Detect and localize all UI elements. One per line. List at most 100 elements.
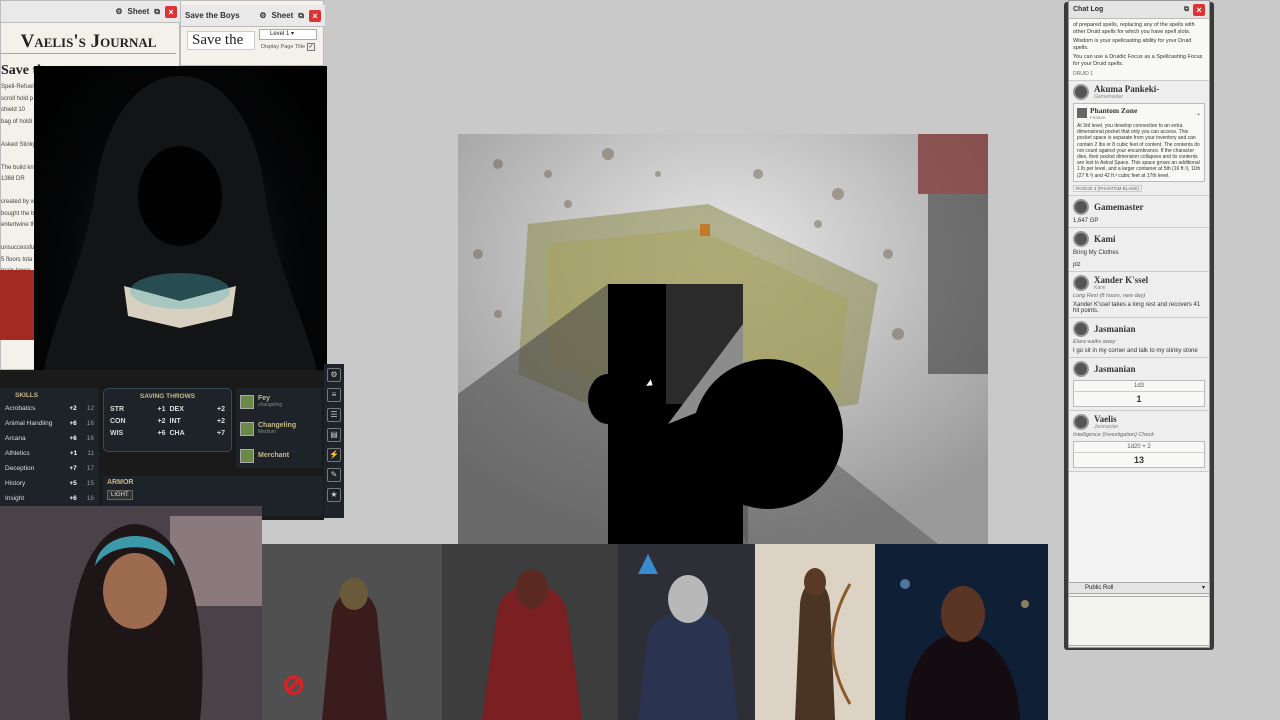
skill-row[interactable]: Insight +6 16 [5, 491, 94, 506]
close-icon[interactable]: × [165, 5, 177, 18]
chat-message: Kami Bring My Clothes plz [1069, 227, 1209, 272]
skill-values: +6 16 [69, 416, 94, 431]
star-icon[interactable]: ★ [327, 488, 341, 502]
skill-name: Insight [5, 495, 25, 502]
pen-icon[interactable]: ✎ [327, 468, 341, 482]
roll-formula: 1d20 + 2 [1074, 442, 1204, 453]
skill-row[interactable]: Acrobatics +2 12 [5, 401, 94, 416]
message-text: plz [1073, 261, 1081, 268]
roll-total: 13 [1133, 454, 1144, 465]
token-marker[interactable] [700, 224, 710, 236]
skill-score: 16 [86, 420, 94, 427]
close-icon[interactable]: × [309, 9, 321, 22]
avatar [1073, 274, 1089, 291]
feature-item[interactable]: Merchant [236, 442, 322, 469]
skill-row[interactable]: Athletics +1 11 [5, 446, 94, 461]
sheet-tab[interactable]: Sheet [271, 11, 293, 20]
roll-result[interactable]: 1d20 + 2 13 [1073, 440, 1205, 468]
skill-row[interactable]: Animal Handling +6 16 [5, 416, 94, 431]
avatar [1073, 198, 1089, 215]
feature-icon [240, 448, 254, 463]
saving-throw-str[interactable]: STR +1 [110, 406, 166, 413]
save-modifier: +2 [157, 418, 166, 425]
list-icon[interactable]: ☰ [327, 408, 341, 422]
saving-throw-cha[interactable]: CHA +7 [170, 430, 226, 437]
save-modifier: +2 [217, 406, 225, 413]
chat-input[interactable] [1068, 596, 1210, 646]
chat-log: Chat Log ⧉ × of prepared spells, replaci… [1068, 0, 1210, 648]
stack-icon[interactable]: ≡ [327, 388, 341, 402]
save-ability: INT [169, 418, 181, 425]
card-text: At 3rd level, you develop connection to … [1077, 123, 1201, 179]
handout-window-bar[interactable]: Save the Boys ⚙ Sheet ⧉ × [181, 5, 325, 27]
saving-throw-int[interactable]: INT +2 [170, 418, 226, 425]
chat-header[interactable]: Chat Log ⧉ × [1069, 1, 1209, 19]
feature-card[interactable]: Phantom Zone Feature ⌄ At 3rd level, you de… [1073, 103, 1205, 182]
notes-icon[interactable]: ▤ [327, 428, 341, 442]
journal-title: Vaelis's Journal [1, 31, 176, 54]
chevron-down-icon: ▾ [291, 31, 295, 37]
popout-icon[interactable]: ⧉ [154, 7, 160, 17]
gear-icon[interactable]: ⚙ [259, 11, 266, 20]
sender-name: Kami [1094, 233, 1116, 244]
feature-icon [240, 394, 254, 409]
skill-row[interactable]: History +5 15 [5, 476, 94, 491]
saving-throw-dex[interactable]: DEX +2 [170, 406, 226, 413]
card-header: Phantom Zone Feature ⌄ [1077, 106, 1201, 120]
popout-icon[interactable]: ⧉ [298, 11, 304, 21]
gear-icon[interactable]: ⚙ [115, 7, 122, 16]
message-sender: Jasmanian [1073, 360, 1205, 377]
skill-modifier: +6 [69, 435, 77, 442]
card-tag: ROGUE 3 (PHANTOM BLADE) [1073, 184, 1142, 192]
settings-icon[interactable]: ⚙ [327, 368, 341, 382]
roll-formula: 1d3 [1074, 381, 1204, 392]
intro-focus: You can use a Druidic Focus as a Spellca… [1073, 54, 1203, 67]
roll-result[interactable]: 1d3 1 [1073, 379, 1205, 407]
red-artwork [0, 270, 34, 340]
chevron-down-icon[interactable]: ⌄ [1196, 110, 1201, 117]
skill-row[interactable]: Arcana +6 16 [5, 431, 94, 446]
close-icon[interactable]: × [1193, 3, 1205, 16]
portrait-dragonborn: ⊘ [262, 544, 442, 720]
red-cloak-image [442, 544, 618, 720]
roll-mode-select[interactable]: Public Roll ▾ [1068, 582, 1210, 594]
chat-message: Jasmanian 1d3 1 [1069, 357, 1209, 411]
sender-block: Jasmanian [1094, 324, 1136, 334]
roll-total: 1 [1136, 393, 1142, 404]
feature-item[interactable]: Fey changeling [236, 388, 322, 415]
skill-score: 17 [86, 465, 94, 472]
sender-block: Akuma Pankeki- Gamemaster [1094, 84, 1159, 100]
portrait-sorceress [875, 544, 1048, 720]
level-select[interactable]: Level 1 ▾ [259, 29, 317, 40]
skill-score: 12 [86, 405, 94, 412]
hooded-figure-image [44, 76, 317, 370]
bolt-icon[interactable]: ⚡ [327, 448, 341, 462]
avatar [1073, 84, 1089, 100]
intro-ability: Wisdom is your spellcasting ability for … [1073, 38, 1192, 51]
hooded-figure-artwork [34, 66, 327, 370]
sender-block: Vaelis Jasmanian [1094, 414, 1118, 430]
message-sender: Vaelis Jasmanian [1073, 413, 1205, 430]
handout-window: Save the Boys ⚙ Sheet ⧉ × Save the Level… [180, 0, 325, 66]
skill-row[interactable]: Deception +7 17 [5, 461, 94, 476]
saving-throws-header: SAVING THROWS [139, 393, 196, 400]
save-ability: STR [110, 406, 124, 413]
message-sender: Jasmanian [1073, 320, 1205, 337]
popout-icon[interactable]: ⧉ [1184, 6, 1189, 14]
save-ability: CHA [169, 430, 185, 437]
sender-sub: Gamemaster [1094, 94, 1123, 100]
battle-map[interactable] [458, 134, 988, 544]
chat-message: Akuma Pankeki- Gamemaster Phantom Zone Feat… [1069, 81, 1209, 196]
message-text: I go sit in my corner and talk to my sti… [1073, 347, 1198, 354]
sheet-tab[interactable]: Sheet [127, 7, 149, 16]
skill-modifier: +6 [69, 420, 77, 427]
portrait-scholar [618, 544, 755, 720]
journal-window-bar[interactable]: ⚙ Sheet ⧉ × [1, 1, 181, 23]
display-page-title-checkbox[interactable]: ✓ [307, 43, 315, 51]
feature-item[interactable]: Changeling Medium [236, 415, 322, 442]
portrait-archer [755, 544, 875, 720]
saving-throw-con[interactable]: CON +2 [110, 418, 166, 425]
sender-block: Kami [1094, 234, 1116, 244]
saving-throw-wis[interactable]: WIS +6 [110, 430, 166, 437]
chat-intro-card: of prepared spells, replacing any of the… [1069, 19, 1209, 81]
